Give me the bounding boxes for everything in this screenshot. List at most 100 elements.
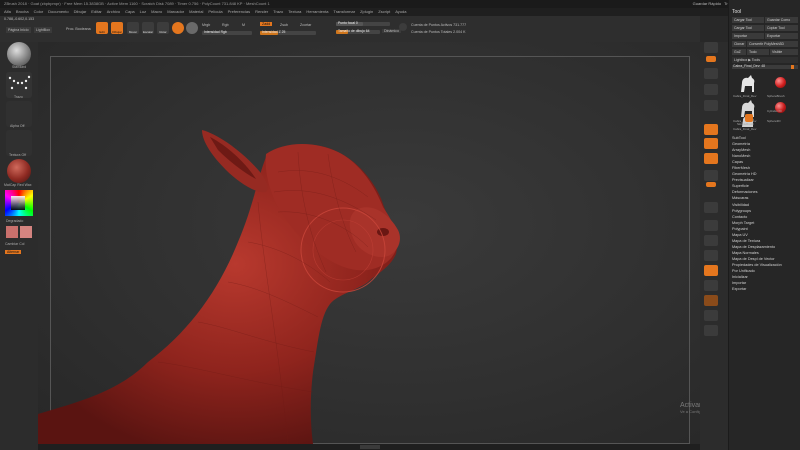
menu-item[interactable]: Herramienta — [306, 8, 328, 16]
menu-item[interactable]: Película — [208, 8, 222, 16]
menu-item[interactable]: Editar — [91, 8, 101, 16]
floor-icon[interactable] — [704, 138, 718, 149]
tool-thumb-sphere3d[interactable] — [769, 97, 791, 119]
home-page-button[interactable]: Página Inicio — [6, 27, 31, 33]
alpha-label: Alpha Off — [10, 124, 25, 128]
import-button[interactable]: Importar — [732, 33, 764, 39]
menu-item[interactable]: Trazo — [273, 8, 283, 16]
zadd-toggle[interactable]: Zadd — [260, 22, 273, 26]
draw-button[interactable]: Dibujar — [111, 22, 123, 34]
tool-thumb-sphere3d-label: Sphere3D — [767, 119, 781, 123]
mrgb-toggle[interactable]: Mrgb — [202, 23, 210, 27]
save-as-button[interactable]: Guardar Como — [765, 17, 798, 23]
lightbox-button[interactable]: LightBox — [34, 27, 52, 33]
lightbox-tools-button[interactable]: Lightbox ▶ Tools — [732, 57, 798, 63]
zoom3d-icon[interactable] — [704, 235, 718, 246]
focal-shift-slider[interactable]: Punto focal 0 — [336, 21, 390, 26]
zsub-toggle[interactable]: Zsub — [280, 23, 288, 27]
load-tool-button[interactable]: Cargar Tool — [732, 17, 764, 23]
subpalette-item[interactable]: Exportar — [732, 286, 800, 292]
ghost-icon[interactable] — [704, 325, 718, 336]
tool-name-label: Cabra_Final_Dev: 48 — [733, 64, 766, 68]
xpose-icon[interactable] — [704, 310, 718, 321]
menu-item[interactable]: Luz — [140, 8, 146, 16]
transp-icon[interactable] — [704, 280, 718, 291]
tool-thumb-sphere[interactable] — [769, 72, 791, 94]
menu-item[interactable]: Preferencias — [228, 8, 250, 16]
color-picker[interactable] — [5, 190, 33, 216]
simple-brush-icon[interactable] — [745, 114, 753, 122]
z-intensity-slider[interactable]: Intensidad Z 25 — [260, 30, 316, 35]
scale-button[interactable]: Escalar — [142, 22, 154, 34]
rotate-button[interactable]: Rotar — [157, 22, 169, 34]
dynamic-button[interactable]: Dinámico — [382, 29, 401, 33]
scroll-icon[interactable] — [704, 68, 718, 79]
menu-item[interactable]: Brocha — [16, 8, 29, 16]
quick-save-button[interactable]: Guardar Rápido — [693, 0, 721, 8]
rgb-intensity-slider[interactable]: Intensidad Rgb — [202, 30, 252, 35]
edit-button[interactable]: Edit — [96, 22, 108, 34]
menu-item[interactable]: Zscript — [378, 8, 390, 16]
local-icon[interactable] — [704, 153, 718, 164]
polyf-icon[interactable] — [704, 265, 718, 276]
switch-color-button[interactable]: Cambiar Col — [5, 242, 24, 246]
xyz-icon[interactable] — [704, 170, 718, 181]
tool-thumb-goat[interactable] — [737, 72, 759, 94]
frame-icon[interactable] — [704, 202, 718, 213]
zbrush-window: ZBrush 2018 · Goat (zbpbpmpr) · Free Mem… — [0, 0, 800, 450]
live-boolean-button[interactable]: Proc. Booleana — [66, 27, 91, 31]
menu-item[interactable]: Capa — [125, 8, 135, 16]
menu-item[interactable]: Transformar — [333, 8, 355, 16]
alternate-button[interactable]: Alternar — [5, 250, 22, 254]
clone-button[interactable]: Clonar — [732, 41, 746, 47]
bottom-shelf-handle[interactable] — [360, 445, 380, 449]
copy-tool-button[interactable]: Copiar Tool — [765, 25, 798, 31]
menu-item[interactable]: Zplugin — [360, 8, 373, 16]
menu-item[interactable]: Render — [255, 8, 268, 16]
goat-model[interactable] — [38, 42, 700, 444]
solo-icon[interactable] — [704, 295, 718, 306]
visible-button[interactable]: Visible — [770, 49, 798, 55]
goz-button[interactable]: GoZ — [732, 49, 746, 55]
actual-icon[interactable] — [704, 100, 718, 111]
tool-palette-title: Tool — [732, 9, 742, 15]
zcut-toggle[interactable]: Zcortar — [300, 23, 311, 27]
standard-brush-icon[interactable] — [7, 42, 31, 66]
draw-size-slider[interactable]: Tamaño de dibujo 64 — [336, 29, 380, 34]
zoom-icon[interactable] — [704, 84, 718, 95]
menu-item[interactable]: Material — [189, 8, 203, 16]
export-button[interactable]: Exportar — [765, 33, 798, 39]
move-view-icon[interactable] — [704, 220, 718, 231]
make-polymesh-button[interactable]: Convertir PolyMesh3D — [747, 41, 798, 47]
draw-label: Dibujar — [112, 30, 122, 34]
main-color-swatch[interactable] — [6, 226, 18, 238]
move-button[interactable]: Mover — [127, 22, 139, 34]
document-canvas[interactable]: Activar Windows Ve a Configuración para … — [38, 42, 754, 444]
spix-icon[interactable] — [706, 56, 716, 62]
color-picker-square[interactable] — [11, 196, 25, 210]
persp-icon[interactable] — [704, 124, 718, 135]
load-project-button[interactable]: Cargar Tool — [732, 25, 764, 31]
color-sphere-icon[interactable] — [186, 22, 198, 34]
sym-icon[interactable] — [706, 182, 716, 187]
tool-name-slider[interactable]: Cabra_Final_Dev: 48 — [732, 64, 798, 69]
menu-item[interactable]: Color — [34, 8, 44, 16]
menu-item[interactable]: Alfa — [4, 8, 11, 16]
m-toggle[interactable]: M — [242, 23, 245, 27]
bpr-icon[interactable] — [704, 42, 718, 53]
menu-item[interactable]: Marcador — [167, 8, 184, 16]
menu-item[interactable]: Textura — [288, 8, 301, 16]
menu-item[interactable]: Archivo — [107, 8, 120, 16]
material-icon[interactable] — [7, 159, 31, 183]
menu-item[interactable]: Documento — [48, 8, 68, 16]
sync-icon[interactable] — [399, 23, 407, 31]
menu-item[interactable]: Macro — [151, 8, 162, 16]
menu-item[interactable]: Dibujar — [74, 8, 87, 16]
material-sphere-icon[interactable] — [172, 22, 184, 34]
rotate-view-icon[interactable] — [704, 250, 718, 261]
menu-item[interactable]: Ayuda — [395, 8, 406, 16]
secondary-color-swatch[interactable] — [20, 226, 32, 238]
tool-name-slider-knob[interactable] — [791, 65, 794, 69]
all-button[interactable]: Todo — [747, 49, 769, 55]
rgb-toggle[interactable]: Rgb — [222, 23, 229, 27]
